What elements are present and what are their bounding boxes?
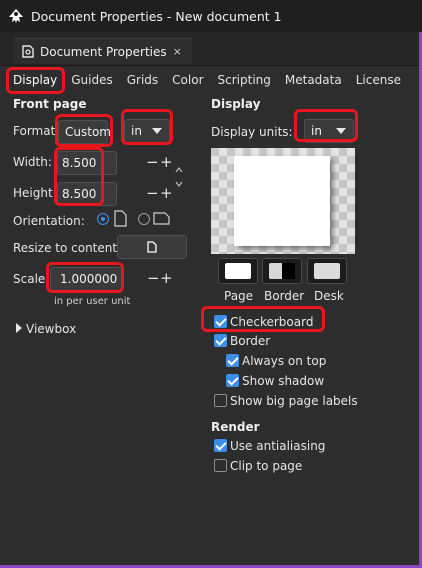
display-units-value: in [311,124,322,138]
height-input[interactable]: 8.500 [57,182,117,206]
page-preview-sheet [234,156,330,246]
format-unit-select[interactable]: in [124,119,170,143]
display-units-select[interactable]: in [304,119,354,143]
big-page-labels-label: Show big page labels [230,394,358,408]
orientation-label: Orientation: [13,214,85,228]
tab-display[interactable]: Display [6,68,64,92]
checkerboard-label: Checkerboard [230,315,314,329]
antialiasing-label: Use antialiasing [230,439,326,453]
width-plus-button[interactable]: + [160,154,173,170]
scale-value: 1.000000 [60,272,118,286]
height-value: 8.500 [62,187,97,201]
front-page-heading: Front page [13,97,87,111]
landscape-page-icon [153,212,170,225]
tab-license[interactable]: License [349,68,408,92]
always-on-top-checkbox[interactable] [226,354,239,367]
resize-to-content-label: Resize to content: [13,241,122,255]
desk-color-swatch[interactable] [307,258,347,284]
tab-color[interactable]: Color [165,68,210,92]
format-value: Custom [65,125,111,139]
tab-grids[interactable]: Grids [120,68,165,92]
border-checkbox[interactable] [214,334,227,347]
chevron-down-icon [336,128,346,134]
dock-tab-document-properties[interactable]: Document Properties × [14,38,192,64]
page-color-chip [225,263,251,279]
width-label: Width: [13,155,52,169]
scale-plus-button[interactable]: + [160,270,173,286]
inkscape-app-icon [9,9,23,23]
clip-to-page-checkbox[interactable] [214,459,227,472]
desk-color-chip [314,263,340,279]
format-select[interactable]: Custom [58,120,111,144]
tab-strip: Display Guides Grids Color Scripting Met… [6,68,408,92]
desk-swatch-label: Desk [314,289,344,303]
border-swatch-label: Border [264,289,305,303]
border-color-swatch[interactable] [262,258,302,284]
dock-tab-bar: Document Properties × [0,32,419,66]
resize-page-icon [147,241,157,253]
page-swatch-label: Page [224,289,254,303]
close-icon[interactable]: × [173,45,182,58]
scale-input[interactable]: 1.000000 [50,267,122,291]
page-preview [211,148,355,254]
chevron-right-icon[interactable] [16,323,22,333]
portrait-page-icon [114,210,127,227]
tab-guides[interactable]: Guides [64,68,120,92]
always-on-top-label: Always on top [242,354,327,368]
border-label: Border [230,334,271,348]
format-label: Format: [13,124,60,138]
tab-metadata[interactable]: Metadata [278,68,349,92]
page-color-swatch[interactable] [218,258,258,284]
chevron-down-icon [152,128,162,134]
orientation-landscape-radio[interactable] [138,213,150,225]
display-units-label: Display units: [211,125,293,139]
border-color-chip [269,263,295,279]
checkerboard-checkbox[interactable] [214,315,227,328]
width-input[interactable]: 8.500 [57,151,117,175]
width-value: 8.500 [62,156,97,170]
orientation-portrait-radio[interactable] [97,213,109,225]
document-properties-icon [22,45,34,58]
show-shadow-checkbox[interactable] [226,374,239,387]
render-heading: Render [211,420,260,434]
height-label: Height: [13,186,57,200]
scale-label: Scale: [13,272,50,286]
viewbox-expander[interactable]: Viewbox [26,322,76,336]
clip-to-page-label: Clip to page [230,459,303,473]
tab-scripting[interactable]: Scripting [211,68,278,92]
title-bar: Document Properties - New document 1 [0,0,422,32]
antialiasing-checkbox[interactable] [214,439,227,452]
width-minus-button[interactable]: − [146,154,159,170]
scale-unit-note: in per user unit [54,296,131,307]
resize-to-content-button[interactable] [117,235,187,259]
format-unit-value: in [131,124,142,138]
window-title: Document Properties - New document 1 [31,8,282,24]
link-size-icon[interactable] [175,166,183,188]
height-plus-button[interactable]: + [160,185,173,201]
big-page-labels-checkbox[interactable] [214,394,227,407]
show-shadow-label: Show shadow [242,374,325,388]
display-heading: Display [211,97,261,111]
scale-minus-button[interactable]: − [147,270,160,286]
dock-tab-label: Document Properties [40,44,167,59]
height-minus-button[interactable]: − [146,185,159,201]
